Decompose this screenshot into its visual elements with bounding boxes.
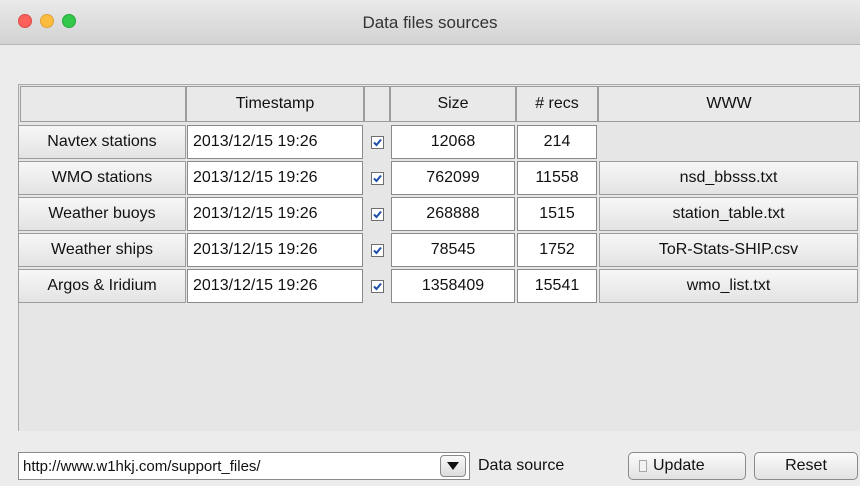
recs-field[interactable]: 11558 — [517, 161, 597, 195]
timestamp-field[interactable]: 2013/12/15 19:26 — [187, 197, 363, 231]
timestamp-field[interactable]: 2013/12/15 19:26 — [187, 233, 363, 267]
title-bar: Data files sources — [0, 0, 860, 45]
header-www: WWW — [598, 86, 860, 122]
window-title: Data files sources — [362, 13, 498, 32]
header-recs: # recs — [516, 86, 598, 122]
www-file-button[interactable]: ToR-Stats-SHIP.csv — [599, 233, 858, 267]
row-source-button[interactable]: Navtex stations — [18, 125, 186, 159]
timestamp-field[interactable]: 2013/12/15 19:26 — [187, 125, 363, 159]
row-checkbox[interactable] — [370, 243, 384, 257]
row-checkbox-cell — [364, 233, 390, 267]
recs-field[interactable]: 214 — [517, 125, 597, 159]
checkmark-icon — [372, 246, 382, 254]
reset-button-label: Reset — [785, 457, 827, 474]
header-size: Size — [390, 86, 516, 122]
reset-button[interactable]: Reset — [754, 452, 858, 480]
row-checkbox-cell — [364, 161, 390, 195]
row-checkbox[interactable] — [370, 279, 384, 293]
update-button-label: Update — [653, 457, 705, 474]
size-field[interactable]: 78545 — [391, 233, 515, 267]
checkmark-icon — [372, 174, 382, 182]
www-file-button[interactable]: station_table.txt — [599, 197, 858, 231]
recs-field[interactable]: 1752 — [517, 233, 597, 267]
row-source-button[interactable]: Weather ships — [18, 233, 186, 267]
recs-field[interactable]: 15541 — [517, 269, 597, 303]
row-checkbox[interactable] — [370, 135, 384, 149]
checkmark-icon — [372, 210, 382, 218]
header-timestamp: Timestamp — [186, 86, 364, 122]
size-field[interactable]: 762099 — [391, 161, 515, 195]
row-checkbox-cell — [364, 125, 390, 159]
recs-field[interactable]: 1515 — [517, 197, 597, 231]
update-check-indicator — [639, 460, 647, 472]
update-button[interactable]: Update — [628, 452, 746, 480]
timestamp-field[interactable]: 2013/12/15 19:26 — [187, 269, 363, 303]
row-checkbox-cell — [364, 269, 390, 303]
timestamp-field[interactable]: 2013/12/15 19:26 — [187, 161, 363, 195]
checkmark-icon — [372, 138, 382, 146]
www-file-button[interactable]: wmo_list.txt — [599, 269, 858, 303]
data-source-url-field[interactable]: http://www.w1hkj.com/support_files/ — [18, 452, 470, 480]
row-source-button[interactable]: Argos & Iridium — [18, 269, 186, 303]
row-checkbox-cell — [364, 197, 390, 231]
size-field[interactable]: 1358409 — [391, 269, 515, 303]
size-field[interactable]: 268888 — [391, 197, 515, 231]
row-source-button[interactable]: Weather buoys — [18, 197, 186, 231]
header-checkbox-column — [364, 86, 390, 122]
data-source-label: Data source — [478, 457, 565, 474]
data-source-url-value: http://www.w1hkj.com/support_files/ — [23, 457, 261, 475]
chevron-down-icon — [447, 462, 459, 470]
www-file-button[interactable]: nsd_bbsss.txt — [599, 161, 858, 195]
size-field[interactable]: 12068 — [391, 125, 515, 159]
row-source-button[interactable]: WMO stations — [18, 161, 186, 195]
header-blank-corner — [20, 86, 186, 122]
checkmark-icon — [372, 282, 382, 290]
data-source-dropdown-button[interactable] — [440, 455, 466, 477]
row-checkbox[interactable] — [370, 207, 384, 221]
row-checkbox[interactable] — [370, 171, 384, 185]
